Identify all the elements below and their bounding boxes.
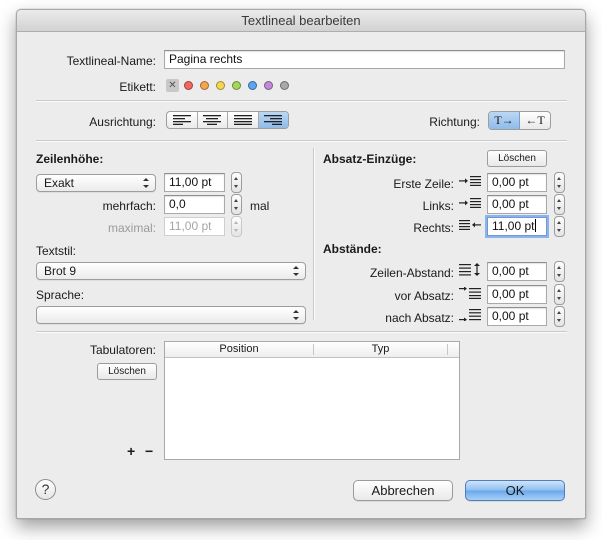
align-center-icon xyxy=(203,115,222,125)
right-indent-stepper[interactable] xyxy=(554,216,565,237)
space-before-icon xyxy=(459,287,481,299)
space-after-label: nach Absatz: xyxy=(385,311,454,325)
line-spacing-stepper[interactable] xyxy=(554,261,565,282)
left-indent-field[interactable]: 0,00 pt xyxy=(487,195,547,214)
indents-heading: Absatz-Einzüge: xyxy=(323,152,417,166)
tabs-table-header: Position Typ xyxy=(165,342,459,358)
direction-rtl-button[interactable]: ←T xyxy=(520,112,550,129)
clear-indents-button[interactable]: Löschen xyxy=(487,150,547,167)
first-line-indent-icon xyxy=(459,176,481,186)
ruler-name-label: Textlineal-Name: xyxy=(66,54,156,68)
column-header-position[interactable]: Position xyxy=(165,342,313,357)
left-indent-icon xyxy=(459,198,481,208)
align-center-button[interactable] xyxy=(198,112,228,128)
space-after-field[interactable]: 0,00 pt xyxy=(487,307,547,326)
multiple-stepper[interactable] xyxy=(231,194,242,215)
tag-label: Etikett: xyxy=(119,80,156,94)
ruler-name-field[interactable]: Pagina rechts xyxy=(164,50,565,69)
separator xyxy=(36,331,567,333)
help-button[interactable]: ? xyxy=(35,479,56,500)
space-before-field[interactable]: 0,00 pt xyxy=(487,285,547,304)
line-spacing-label: Zeilen-Abstand: xyxy=(369,266,454,280)
add-tab-button[interactable]: + xyxy=(127,443,135,459)
direction-ltr-button[interactable]: T→ xyxy=(489,112,520,129)
right-indent-field[interactable]: 11,00 pt xyxy=(487,217,547,236)
first-line-stepper[interactable] xyxy=(554,172,565,193)
text-style-label: Textstil: xyxy=(36,244,77,258)
text-style-popup[interactable]: Brot 9 xyxy=(36,262,306,280)
language-popup[interactable] xyxy=(36,306,306,324)
line-spacing-field[interactable]: 0,00 pt xyxy=(487,262,547,281)
first-line-field[interactable]: 0,00 pt xyxy=(487,173,547,192)
tag-color-orange[interactable] xyxy=(200,81,209,90)
right-indent-icon xyxy=(459,220,481,230)
language-label: Sprache: xyxy=(36,288,85,302)
text-caret xyxy=(535,219,537,232)
space-before-stepper[interactable] xyxy=(554,284,565,305)
left-indent-stepper[interactable] xyxy=(554,194,565,215)
space-before-label: vor Absatz: xyxy=(394,289,454,303)
remove-tab-button[interactable]: − xyxy=(145,443,153,459)
right-indent-value: 11,00 pt xyxy=(492,219,535,233)
max-stepper[interactable] xyxy=(231,216,242,237)
spacing-heading: Abstände: xyxy=(323,242,382,256)
first-line-label: Erste Zeile: xyxy=(393,177,454,191)
multiple-unit: mal xyxy=(250,199,270,213)
space-after-icon xyxy=(459,309,481,321)
cancel-button[interactable]: Abbrechen xyxy=(353,480,453,501)
tabs-label: Tabulatoren: xyxy=(89,343,156,357)
column-divider xyxy=(447,344,448,355)
align-right-icon xyxy=(264,115,283,125)
tag-color-yellow[interactable] xyxy=(216,81,225,90)
max-label: maximal: xyxy=(107,221,156,235)
tabs-table[interactable]: Position Typ xyxy=(164,341,460,460)
popup-arrows-icon xyxy=(143,178,150,188)
popup-arrows-icon xyxy=(293,266,300,276)
align-right-button[interactable] xyxy=(258,112,288,128)
align-left-icon xyxy=(172,115,191,125)
multiple-field[interactable]: 0,0 xyxy=(164,195,225,214)
line-height-mode-value: Exakt xyxy=(44,176,75,190)
tag-color-green[interactable] xyxy=(232,81,241,90)
popup-arrows-icon xyxy=(293,310,300,320)
align-justify-button[interactable] xyxy=(228,112,259,128)
alignment-label: Ausrichtung: xyxy=(89,115,156,129)
separator xyxy=(36,140,567,142)
direction-segmented-control: T→ ←T xyxy=(488,111,551,130)
tag-color-gray[interactable] xyxy=(280,81,289,90)
line-height-field[interactable]: 11,00 pt xyxy=(164,173,225,192)
left-indent-label: Links: xyxy=(422,199,454,213)
direction-label: Richtung: xyxy=(429,115,480,129)
ok-button[interactable]: OK xyxy=(465,480,565,501)
multiple-label: mehrfach: xyxy=(102,199,156,213)
space-after-stepper[interactable] xyxy=(554,306,565,327)
column-header-type[interactable]: Typ xyxy=(314,342,447,357)
align-justify-icon xyxy=(233,115,252,125)
max-field[interactable]: 11,00 pt xyxy=(164,217,225,236)
clear-tabs-button[interactable]: Löschen xyxy=(97,363,157,380)
window-title: Textlineal bearbeiten xyxy=(17,10,585,32)
text-style-value: Brot 9 xyxy=(44,264,77,278)
line-height-stepper[interactable] xyxy=(231,172,242,193)
edit-ruler-dialog: Textlineal bearbeiten Textlineal-Name: P… xyxy=(16,9,586,519)
column-separator xyxy=(313,148,315,320)
line-height-heading: Zeilenhöhe: xyxy=(36,152,104,166)
align-left-button[interactable] xyxy=(167,112,198,128)
separator xyxy=(36,100,567,102)
no-tag-icon[interactable]: ✕ xyxy=(166,79,179,92)
line-height-mode-popup[interactable]: Exakt xyxy=(36,174,156,192)
alignment-segmented-control xyxy=(166,111,289,129)
tag-color-purple[interactable] xyxy=(264,81,273,90)
line-spacing-icon xyxy=(459,263,480,276)
tag-color-red[interactable] xyxy=(184,81,193,90)
right-indent-label: Rechts: xyxy=(413,221,454,235)
tag-color-blue[interactable] xyxy=(248,81,257,90)
